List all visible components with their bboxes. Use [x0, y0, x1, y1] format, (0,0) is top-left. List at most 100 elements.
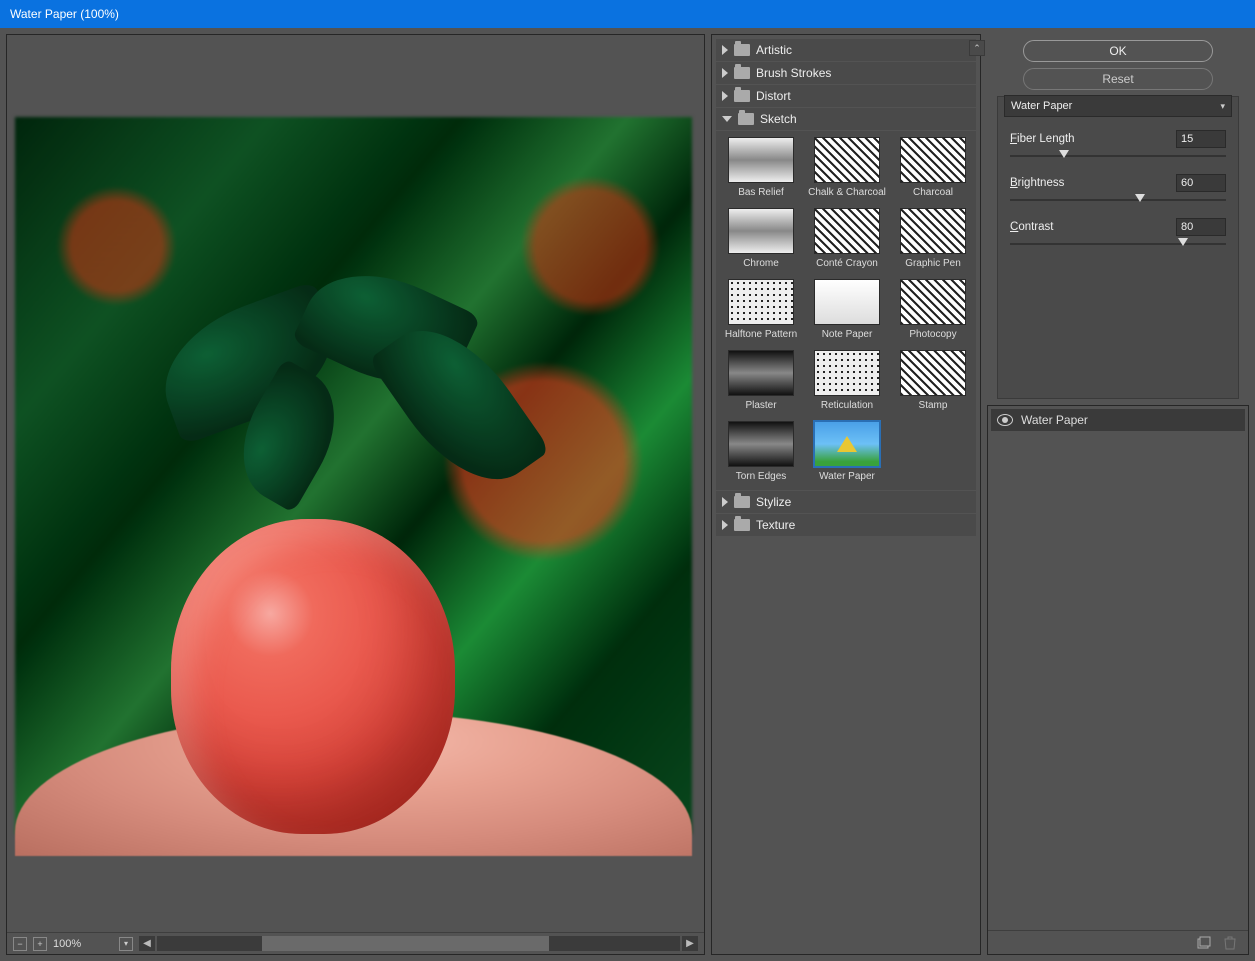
category-texture[interactable]: Texture: [716, 514, 976, 536]
filter-thumbnail: [900, 350, 966, 396]
filter-note-paper[interactable]: Note Paper: [808, 279, 886, 340]
preview-footer: − + 100% ▾ ◀ ▶: [7, 932, 704, 954]
filter-thumbnail-label: Stamp: [919, 400, 948, 411]
zoom-out-button[interactable]: −: [13, 937, 27, 951]
slider-thumb-icon[interactable]: [1178, 238, 1188, 246]
filter-cont-crayon[interactable]: Conté Crayon: [808, 208, 886, 269]
filter-name-dropdown[interactable]: Water Paper ▾: [1004, 95, 1232, 117]
filter-bas-relief[interactable]: Bas Relief: [722, 137, 800, 198]
window-title: Water Paper (100%): [10, 7, 119, 21]
scroll-left-icon[interactable]: ◀: [139, 936, 155, 951]
folder-icon: [734, 44, 750, 56]
filter-water-paper[interactable]: Water Paper: [808, 421, 886, 482]
category-label: Texture: [756, 518, 795, 532]
effect-layers-list: Water Paper: [988, 406, 1248, 930]
param-brightness: Brightness: [998, 170, 1238, 194]
preview-canvas[interactable]: [7, 35, 704, 932]
disclosure-triangle-icon: [722, 520, 728, 530]
reset-button[interactable]: Reset: [1023, 68, 1213, 90]
filter-thumbnail-label: Chalk & Charcoal: [808, 187, 886, 198]
filter-photocopy[interactable]: Photocopy: [894, 279, 972, 340]
filter-thumbnail: [728, 279, 794, 325]
disclosure-triangle-icon: [722, 116, 732, 122]
param-slider[interactable]: [1010, 150, 1226, 164]
filter-thumbnail: [814, 279, 880, 325]
category-label: Distort: [756, 89, 791, 103]
filter-settings: Water Paper ▾ Fiber Length Brightness Co…: [997, 96, 1239, 399]
filter-graphic-pen[interactable]: Graphic Pen: [894, 208, 972, 269]
title-bar: Water Paper (100%): [0, 0, 1255, 28]
new-effect-layer-icon[interactable]: [1196, 935, 1212, 951]
filter-thumbnail: [728, 350, 794, 396]
slider-thumb-icon[interactable]: [1059, 150, 1069, 158]
param-slider[interactable]: [1010, 194, 1226, 208]
filter-thumbnail: [728, 137, 794, 183]
filter-reticulation[interactable]: Reticulation: [808, 350, 886, 411]
param-label: Fiber Length: [1010, 133, 1075, 145]
ok-button[interactable]: OK: [1023, 40, 1213, 62]
param-contrast: Contrast: [998, 214, 1238, 238]
effect-layer-row[interactable]: Water Paper: [991, 409, 1245, 431]
param-slider[interactable]: [1010, 238, 1226, 252]
scroll-track[interactable]: [157, 936, 680, 951]
collapse-toggle-icon[interactable]: ⌃: [969, 40, 985, 56]
folder-icon: [734, 519, 750, 531]
category-label: Artistic: [756, 43, 792, 57]
disclosure-triangle-icon: [722, 68, 728, 78]
delete-effect-layer-icon[interactable]: [1222, 935, 1238, 951]
slider-thumb-icon[interactable]: [1135, 194, 1145, 202]
filter-thumbnail-label: Reticulation: [821, 400, 873, 411]
category-stylize[interactable]: Stylize: [716, 491, 976, 513]
workspace: − + 100% ▾ ◀ ▶ Artistic Brush: [0, 28, 1255, 961]
filter-gallery: Artistic Brush Strokes Distort Sketch Ba…: [711, 34, 981, 955]
category-distort[interactable]: Distort: [716, 85, 976, 107]
preview-panel: − + 100% ▾ ◀ ▶: [6, 34, 705, 955]
filter-chalk-charcoal[interactable]: Chalk & Charcoal: [808, 137, 886, 198]
param-fiber-length: Fiber Length: [998, 126, 1238, 150]
param-value-input[interactable]: [1176, 174, 1226, 192]
category-brush-strokes[interactable]: Brush Strokes: [716, 62, 976, 84]
zoom-dropdown[interactable]: ▾: [119, 937, 133, 951]
horizontal-scrollbar[interactable]: ◀ ▶: [139, 936, 698, 951]
right-column: ⌃ OK Reset Water Paper ▾ Fiber Length Br…: [987, 34, 1249, 955]
filter-thumbnail-label: Torn Edges: [736, 471, 787, 482]
disclosure-triangle-icon: [722, 45, 728, 55]
filter-halftone-pattern[interactable]: Halftone Pattern: [722, 279, 800, 340]
filter-charcoal[interactable]: Charcoal: [894, 137, 972, 198]
effect-layers-footer: [988, 930, 1248, 954]
filter-thumbnail: [728, 421, 794, 467]
folder-icon: [734, 90, 750, 102]
filter-thumbnail-label: Water Paper: [819, 471, 875, 482]
filter-torn-edges[interactable]: Torn Edges: [722, 421, 800, 482]
thumbs-grid: Bas Relief Chalk & Charcoal Charcoal Chr…: [716, 131, 976, 490]
param-label: Brightness: [1010, 177, 1064, 189]
filter-thumbnail-label: Conté Crayon: [816, 258, 878, 269]
filter-thumbnail-label: Charcoal: [913, 187, 953, 198]
filter-thumbnail: [728, 208, 794, 254]
zoom-value: 100%: [53, 938, 113, 950]
effect-layers-panel: Water Paper: [987, 405, 1249, 955]
scroll-thumb[interactable]: [262, 936, 550, 951]
filter-thumbnail-label: Halftone Pattern: [725, 329, 797, 340]
zoom-in-button[interactable]: +: [33, 937, 47, 951]
category-artistic[interactable]: Artistic: [716, 39, 976, 61]
filter-thumbnail: [814, 350, 880, 396]
filter-thumbnail: [900, 208, 966, 254]
filter-thumbnail: [814, 208, 880, 254]
filter-thumbnail: [900, 279, 966, 325]
folder-icon: [734, 67, 750, 79]
filter-chrome[interactable]: Chrome: [722, 208, 800, 269]
category-label: Sketch: [760, 112, 797, 126]
param-value-input[interactable]: [1176, 218, 1226, 236]
filter-plaster[interactable]: Plaster: [722, 350, 800, 411]
filter-thumbnail-label: Note Paper: [822, 329, 873, 340]
visibility-eye-icon[interactable]: [997, 414, 1013, 426]
filter-thumbnail-label: Photocopy: [909, 329, 956, 340]
scroll-right-icon[interactable]: ▶: [682, 936, 698, 951]
param-label: Contrast: [1010, 221, 1053, 233]
category-label: Stylize: [756, 495, 791, 509]
disclosure-triangle-icon: [722, 91, 728, 101]
param-value-input[interactable]: [1176, 130, 1226, 148]
category-sketch[interactable]: Sketch: [716, 108, 976, 130]
filter-stamp[interactable]: Stamp: [894, 350, 972, 411]
